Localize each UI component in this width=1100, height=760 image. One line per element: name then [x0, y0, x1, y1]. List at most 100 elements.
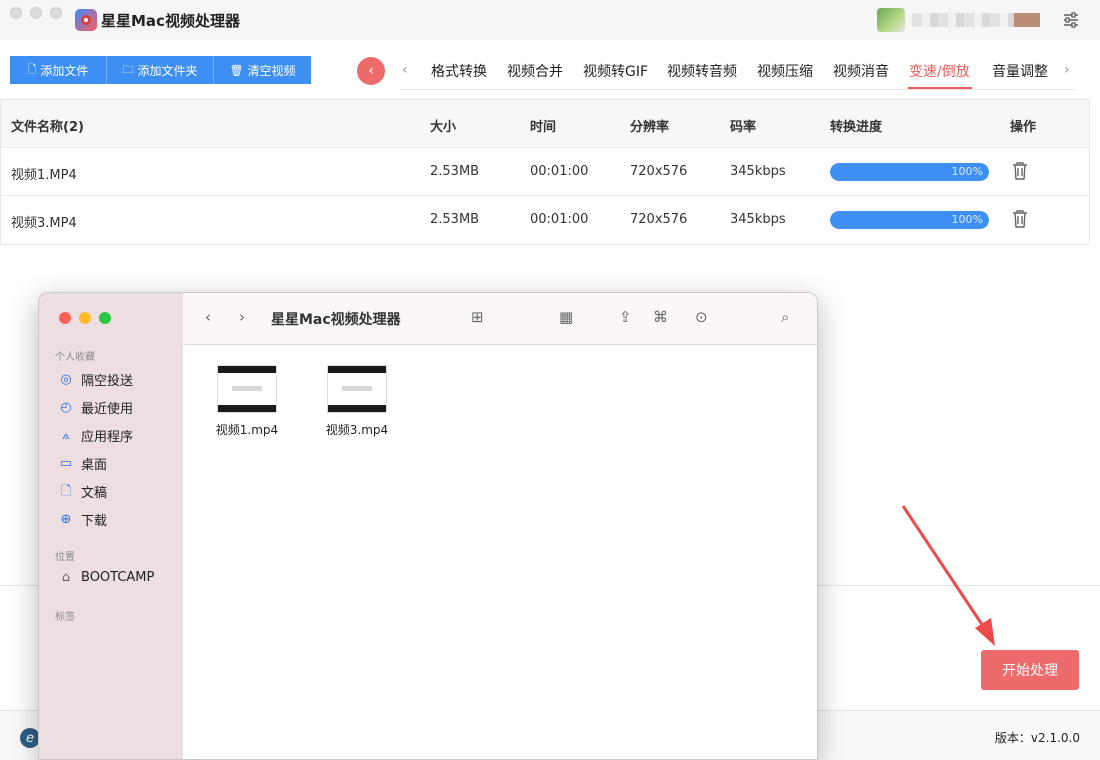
finder-zoom-button[interactable]	[99, 312, 111, 324]
file-table: 文件名称(2) 大小 时间 分辨率 码率 转换进度 操作 视频1.MP4 2.5…	[0, 99, 1090, 245]
add-file-label: 添加文件	[40, 63, 89, 78]
minimize-window-button[interactable]	[30, 7, 42, 19]
file-duration: 00:01:00	[530, 212, 589, 227]
desktop-icon: ▭	[59, 455, 73, 471]
browser-edge-icon[interactable]: e	[20, 728, 40, 748]
sidebar-item-desktop[interactable]: ▭ 桌面	[59, 454, 107, 473]
add-folder-label: 添加文件夹	[137, 63, 198, 78]
sidebar-section-tags: 标签	[55, 612, 75, 623]
tab-video-to-gif[interactable]: 视频转GIF	[583, 61, 648, 81]
clear-videos-button[interactable]: 🗑 清空视频	[214, 56, 311, 84]
applications-icon: ⟑	[62, 427, 70, 443]
progress-text: 100%	[951, 213, 983, 226]
tab-volume-adjust[interactable]: 音量调整	[992, 61, 1048, 81]
sidebar-item-bootcamp[interactable]: ⌂ BOOTCAMP	[59, 570, 155, 585]
version-label: 版本：v2.1.0.0	[994, 731, 1080, 745]
file-size: 2.53MB	[430, 164, 480, 179]
icon-view-grid-icon[interactable]: ⊞	[471, 308, 484, 326]
trash-icon: 🗑	[229, 63, 244, 77]
finder-minimize-button[interactable]	[79, 312, 91, 324]
sidebar-item-label: 桌面	[81, 458, 108, 473]
share-icon[interactable]: ⇪	[619, 308, 632, 326]
active-tab-indicator	[908, 87, 972, 89]
start-processing-button[interactable]: 开始处理	[981, 650, 1079, 690]
tabs-scroll-left-icon[interactable]: ‹	[402, 62, 408, 78]
file-bitrate: 345kbps	[730, 164, 786, 179]
add-file-button[interactable]: 🗋 添加文件	[10, 56, 107, 84]
file-resolution: 720x576	[630, 212, 688, 227]
finder-window-controls	[59, 312, 111, 324]
column-header-time: 时间	[530, 120, 557, 135]
more-actions-icon[interactable]: ⊙	[695, 308, 708, 326]
file-duration: 00:01:00	[530, 164, 589, 179]
finder-toolbar: ‹ › 星星Mac视频处理器 ⊞ ▦ ⇪ ⌘ ⊙ ⌕	[183, 293, 817, 345]
sidebar-item-label: 隔空投送	[81, 374, 134, 389]
column-header-resolution: 分辨率	[630, 120, 670, 135]
feature-tabs: ‹ 格式转换 视频合并 视频转GIF 视频转音频 视频压缩 视频消音 变速/倒放…	[400, 52, 1075, 90]
folder-icon: 🗀	[122, 62, 134, 76]
settings-sliders-icon[interactable]	[1063, 12, 1079, 28]
annotation-arrow-icon	[901, 505, 995, 646]
download-icon: ⊕	[60, 511, 72, 527]
finder-close-button[interactable]	[59, 312, 71, 324]
sidebar-item-applications[interactable]: ⟑ 应用程序	[59, 426, 133, 445]
file-item-video1[interactable]: 视频1.mp4	[207, 365, 287, 438]
add-folder-button[interactable]: 🗀 添加文件夹	[107, 56, 214, 84]
window-controls	[10, 7, 62, 19]
sidebar-item-documents[interactable]: 🗋 文稿	[59, 482, 107, 501]
airdrop-icon: ◎	[60, 371, 72, 387]
forward-chevron-icon[interactable]: ›	[239, 308, 245, 326]
tab-video-to-audio[interactable]: 视频转音频	[667, 61, 737, 81]
file-actions-toolbar: 🗋 添加文件 🗀 添加文件夹 🗑 清空视频	[10, 56, 311, 84]
tab-speed-reverse[interactable]: 变速/倒放	[909, 61, 970, 81]
back-button[interactable]: ‹	[357, 57, 385, 85]
table-row[interactable]: 视频1.MP4 2.53MB 00:01:00 720x576 345kbps …	[1, 148, 1089, 196]
column-header-progress: 转换进度	[830, 120, 883, 135]
delete-trash-icon[interactable]	[1011, 209, 1029, 229]
file-name: 视频3.MP4	[11, 216, 77, 231]
video-thumbnail	[217, 365, 277, 413]
tab-video-merge[interactable]: 视频合并	[507, 61, 563, 81]
sidebar-item-airdrop[interactable]: ◎ 隔空投送	[59, 370, 133, 389]
finder-sidebar: 个人收藏 ◎ 隔空投送 ◴ 最近使用 ⟑ 应用程序 ▭ 桌面 🗋 文稿 ⊕ 下载…	[39, 293, 183, 759]
column-header-filename: 文件名称(2)	[11, 120, 84, 135]
tab-video-mute[interactable]: 视频消音	[833, 61, 889, 81]
finder-file-area: 视频1.mp4 视频3.mp4	[183, 345, 817, 759]
file-bitrate: 345kbps	[730, 212, 786, 227]
sidebar-item-recents[interactable]: ◴ 最近使用	[59, 398, 133, 417]
clear-videos-label: 清空视频	[247, 63, 296, 78]
sidebar-item-label: 应用程序	[81, 430, 134, 445]
tag-icon[interactable]: ⌘	[653, 308, 668, 326]
file-size: 2.53MB	[430, 212, 480, 227]
sidebar-item-label: 文稿	[81, 486, 108, 501]
clock-icon: ◴	[60, 399, 72, 415]
finder-window-title: 星星Mac视频处理器	[271, 312, 401, 328]
tabs-scroll-right-icon[interactable]: ›	[1064, 62, 1070, 78]
file-icon: 🗋	[27, 62, 37, 76]
file-item-name: 视频3.mp4	[325, 423, 389, 437]
file-resolution: 720x576	[630, 164, 688, 179]
progress-text: 100%	[951, 165, 983, 178]
tab-video-compress[interactable]: 视频压缩	[757, 61, 813, 81]
close-window-button[interactable]	[10, 7, 22, 19]
group-by-icon[interactable]: ▦	[559, 308, 573, 326]
file-item-video3[interactable]: 视频3.mp4	[317, 365, 397, 438]
finder-window: 个人收藏 ◎ 隔空投送 ◴ 最近使用 ⟑ 应用程序 ▭ 桌面 🗋 文稿 ⊕ 下载…	[38, 292, 818, 760]
app-logo-icon	[75, 9, 97, 31]
delete-trash-icon[interactable]	[1011, 161, 1029, 181]
file-item-name: 视频1.mp4	[215, 423, 279, 437]
tab-format-convert[interactable]: 格式转换	[431, 61, 487, 81]
user-avatar[interactable]	[877, 8, 905, 32]
document-icon: 🗋	[60, 483, 72, 499]
sidebar-section-favorites: 个人收藏	[55, 352, 95, 363]
search-icon[interactable]: ⌕	[781, 308, 789, 326]
back-chevron-icon[interactable]: ‹	[205, 308, 211, 326]
title-bar: 星星Mac视频处理器	[0, 0, 1100, 40]
sidebar-item-downloads[interactable]: ⊕ 下载	[59, 510, 107, 529]
sidebar-item-label: 最近使用	[81, 402, 134, 417]
table-row[interactable]: 视频3.MP4 2.53MB 00:01:00 720x576 345kbps …	[1, 196, 1089, 244]
zoom-window-button[interactable]	[50, 7, 62, 19]
sidebar-item-label: 下载	[81, 514, 108, 529]
column-header-actions: 操作	[1010, 120, 1037, 135]
chevron-left-icon: ‹	[368, 63, 374, 79]
